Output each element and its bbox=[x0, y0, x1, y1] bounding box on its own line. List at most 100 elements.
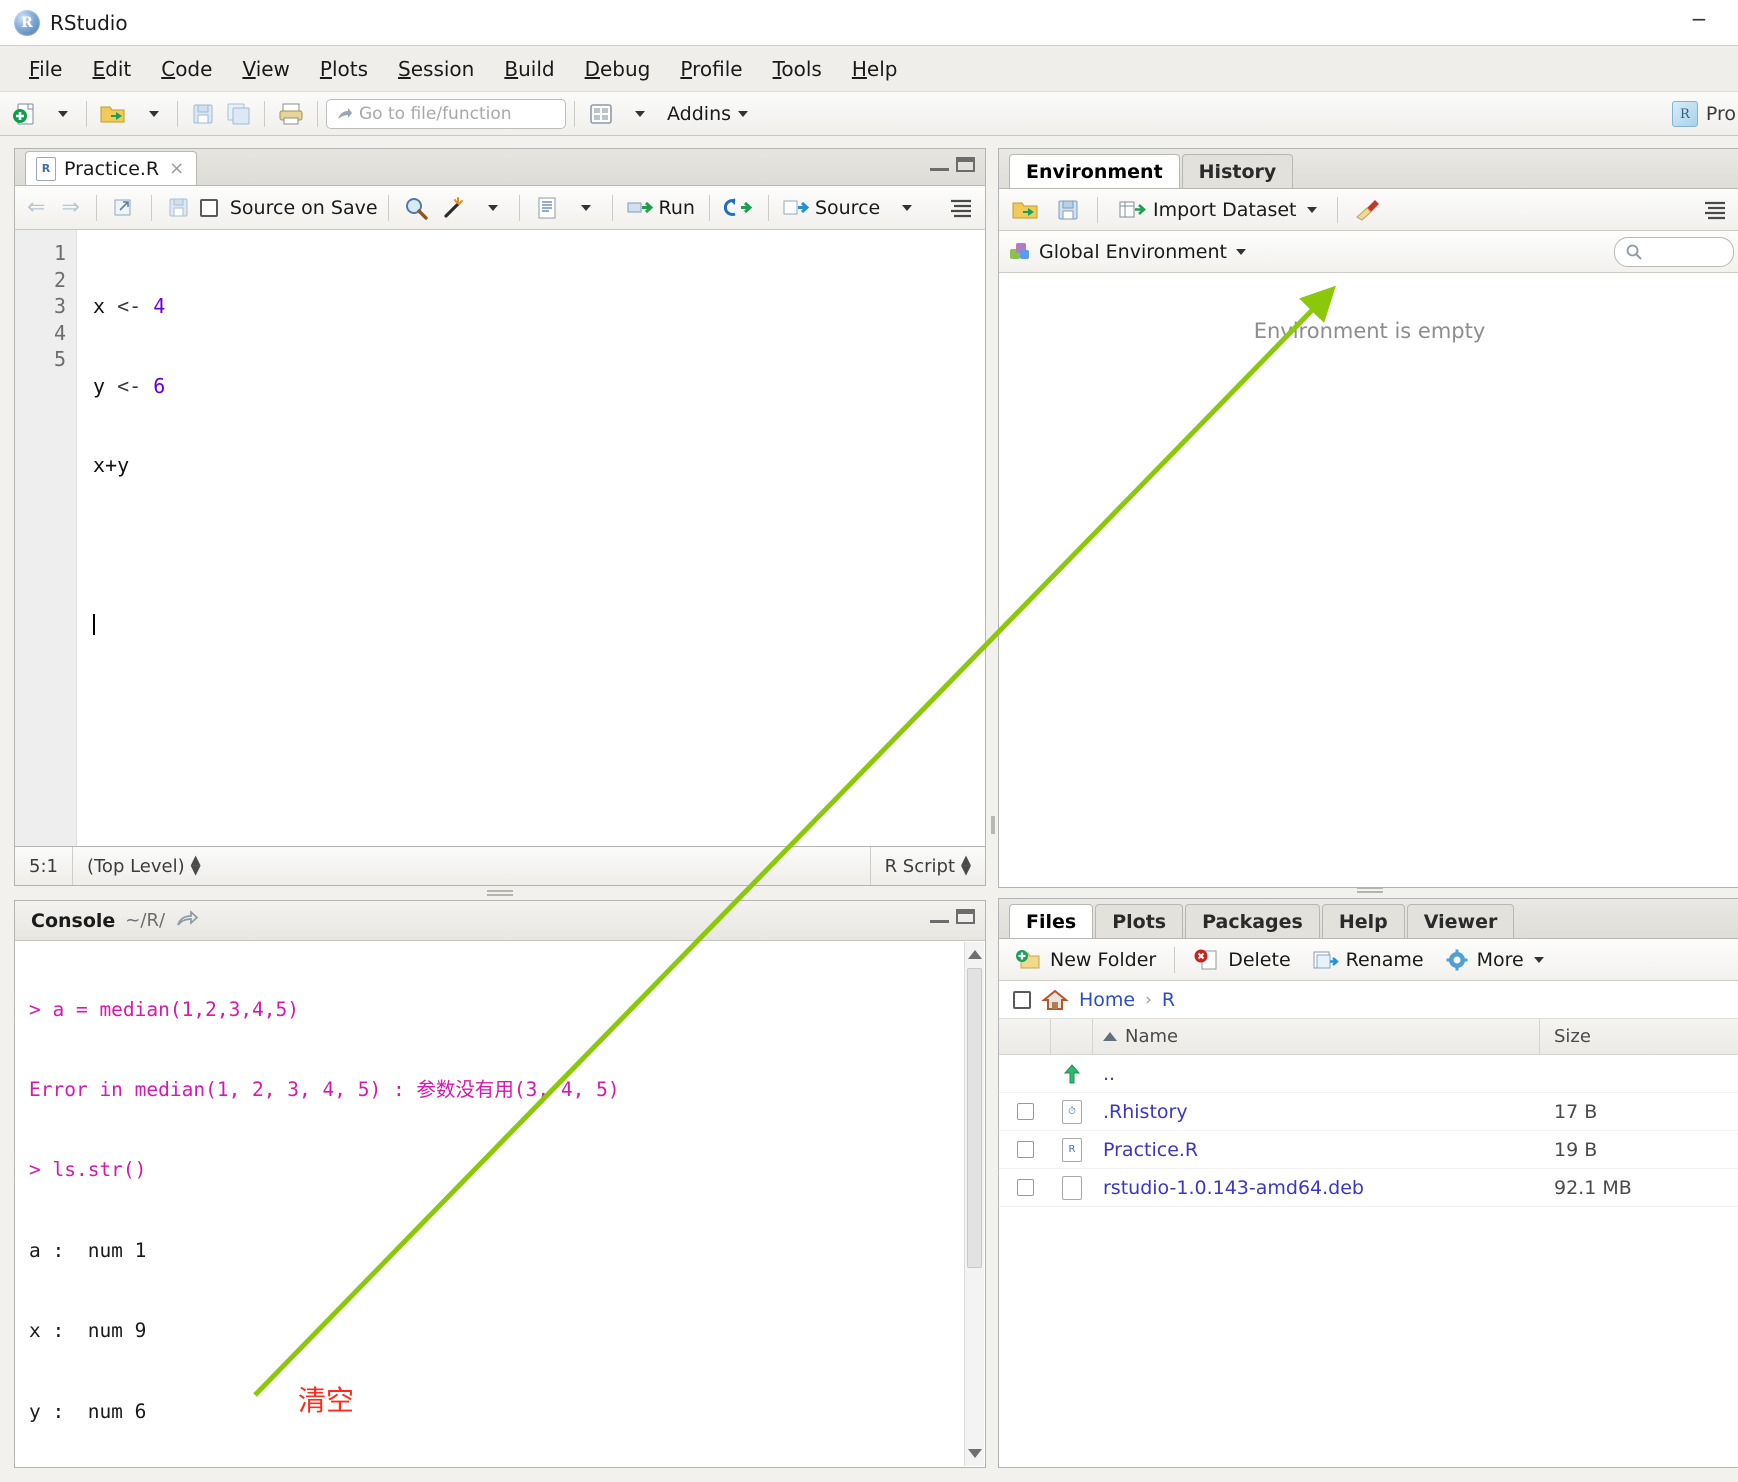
magnifier-icon[interactable] bbox=[399, 191, 433, 225]
addins-caret-icon bbox=[738, 111, 748, 117]
row-checkbox[interactable] bbox=[1017, 1179, 1034, 1196]
new-document-dropdown[interactable] bbox=[44, 97, 78, 131]
menu-build[interactable]: Build bbox=[489, 53, 569, 85]
open-folder-icon[interactable] bbox=[95, 97, 133, 131]
console-popout-icon[interactable] bbox=[175, 909, 199, 933]
list-view-icon[interactable] bbox=[1698, 193, 1732, 227]
row-name[interactable]: .. bbox=[1093, 1063, 1540, 1085]
code-tools-dropdown[interactable] bbox=[475, 191, 509, 225]
save-icon[interactable] bbox=[186, 97, 220, 131]
file-type-selector[interactable]: R Script ▲▼ bbox=[871, 847, 985, 885]
code-editor[interactable]: 1 2 3 4 5 x <- 4 y <- 6 x+y bbox=[14, 230, 986, 846]
print-icon[interactable] bbox=[273, 97, 309, 131]
tab-viewer[interactable]: Viewer bbox=[1407, 904, 1515, 938]
sort-ascending-icon bbox=[1103, 1032, 1117, 1041]
forward-icon[interactable]: ⇒ bbox=[55, 195, 85, 220]
maximize-pane-icon[interactable] bbox=[956, 909, 975, 924]
maximize-pane-icon[interactable] bbox=[956, 157, 975, 172]
console-scrollbar[interactable] bbox=[964, 942, 984, 1466]
import-dataset-button[interactable]: Import Dataset bbox=[1110, 198, 1325, 222]
source-on-save-checkbox[interactable] bbox=[200, 199, 218, 217]
table-row[interactable]: rstudio-1.0.143-amd64.deb 92.1 MB bbox=[999, 1169, 1738, 1207]
minimize-pane-icon[interactable] bbox=[930, 157, 949, 171]
code-tools-wand-icon[interactable] bbox=[437, 191, 471, 225]
tab-packages[interactable]: Packages bbox=[1185, 904, 1320, 938]
row-checkbox-cell[interactable] bbox=[999, 1179, 1051, 1196]
global-environment-selector[interactable]: Global Environment bbox=[1007, 240, 1246, 264]
menu-tools[interactable]: Tools bbox=[758, 53, 837, 85]
panes-layout-icon[interactable] bbox=[583, 97, 619, 131]
console-output[interactable]: > a = median(1,2,3,4,5) Error in median(… bbox=[15, 941, 985, 1467]
compile-report-icon[interactable] bbox=[530, 191, 564, 225]
new-folder-button[interactable]: New Folder bbox=[1007, 948, 1164, 972]
open-folder-dropdown[interactable] bbox=[135, 97, 169, 131]
menu-help[interactable]: Help bbox=[837, 53, 913, 85]
run-button[interactable]: Run bbox=[623, 191, 699, 225]
minimize-button[interactable]: − bbox=[1688, 12, 1710, 34]
row-checkbox[interactable] bbox=[1017, 1141, 1034, 1158]
save-all-icon[interactable] bbox=[222, 97, 256, 131]
scroll-up-icon[interactable] bbox=[968, 950, 982, 959]
breadcrumb-r[interactable]: R bbox=[1162, 989, 1175, 1011]
table-row[interactable]: R Practice.R 19 B bbox=[999, 1131, 1738, 1169]
table-row[interactable]: .. bbox=[999, 1055, 1738, 1093]
row-checkbox-cell[interactable] bbox=[999, 1141, 1051, 1158]
vertical-splitter[interactable] bbox=[988, 148, 998, 1468]
line-number: 4 bbox=[15, 320, 66, 347]
column-header-name[interactable]: Name bbox=[1093, 1019, 1540, 1054]
tab-history[interactable]: History bbox=[1182, 154, 1294, 188]
compile-dropdown[interactable] bbox=[568, 191, 602, 225]
tab-files[interactable]: Files bbox=[1009, 904, 1093, 938]
delete-button[interactable]: Delete bbox=[1185, 948, 1298, 972]
save-icon[interactable] bbox=[162, 191, 196, 225]
menu-profile[interactable]: Profile bbox=[665, 53, 757, 85]
new-document-icon[interactable] bbox=[8, 97, 42, 131]
source-button[interactable]: Source bbox=[779, 191, 884, 225]
back-icon[interactable]: ⇐ bbox=[21, 195, 51, 220]
more-button[interactable]: More bbox=[1436, 948, 1552, 972]
select-all-checkbox[interactable] bbox=[1013, 991, 1031, 1009]
source-dropdown[interactable] bbox=[888, 191, 922, 225]
source-tab-practice-r[interactable]: R Practice.R × bbox=[25, 151, 197, 185]
scroll-down-icon[interactable] bbox=[968, 1449, 982, 1458]
menu-edit[interactable]: Edit bbox=[77, 53, 146, 85]
goto-file-function-input[interactable]: Go to file/function bbox=[326, 99, 566, 129]
panes-layout-dropdown[interactable] bbox=[621, 97, 655, 131]
row-name[interactable]: .Rhistory bbox=[1093, 1101, 1540, 1123]
menu-file[interactable]: File bbox=[14, 53, 77, 85]
project-button[interactable]: R Pro bbox=[1672, 92, 1738, 136]
clear-objects-broom-icon[interactable] bbox=[1350, 193, 1386, 227]
scrollbar-thumb[interactable] bbox=[967, 968, 982, 1268]
load-workspace-icon[interactable] bbox=[1007, 193, 1045, 227]
menu-session[interactable]: Session bbox=[383, 53, 489, 85]
row-name[interactable]: Practice.R bbox=[1093, 1139, 1540, 1161]
console-resize-grip[interactable] bbox=[487, 890, 513, 896]
save-workspace-icon[interactable] bbox=[1051, 193, 1085, 227]
menu-code[interactable]: Code bbox=[146, 53, 227, 85]
addins-button[interactable]: Addins bbox=[657, 103, 758, 125]
table-row[interactable]: ⏱ .Rhistory 17 B bbox=[999, 1093, 1738, 1131]
menu-plots[interactable]: Plots bbox=[305, 53, 383, 85]
minimize-pane-icon[interactable] bbox=[930, 909, 949, 923]
files-resize-grip[interactable] bbox=[1357, 887, 1383, 893]
scope-selector[interactable]: (Top Level) ▲▼ bbox=[73, 847, 215, 885]
show-in-new-window-icon[interactable] bbox=[107, 191, 141, 225]
menu-view[interactable]: View bbox=[227, 53, 304, 85]
menu-debug[interactable]: Debug bbox=[570, 53, 666, 85]
row-checkbox[interactable] bbox=[1017, 1103, 1034, 1120]
tab-plots[interactable]: Plots bbox=[1095, 904, 1183, 938]
src-divider-3 bbox=[388, 195, 389, 221]
environment-search-input[interactable] bbox=[1614, 237, 1734, 267]
row-name[interactable]: rstudio-1.0.143-amd64.deb bbox=[1093, 1177, 1540, 1199]
close-icon[interactable]: × bbox=[169, 158, 184, 179]
breadcrumb-home[interactable]: Home bbox=[1079, 989, 1135, 1011]
column-header-size[interactable]: Size bbox=[1540, 1026, 1738, 1047]
code-line-2: y <- 6 bbox=[93, 373, 985, 400]
rename-button[interactable]: Rename bbox=[1303, 948, 1432, 972]
code-text-area[interactable]: x <- 4 y <- 6 x+y bbox=[77, 230, 985, 846]
tab-help[interactable]: Help bbox=[1322, 904, 1405, 938]
tab-environment[interactable]: Environment bbox=[1009, 154, 1180, 188]
document-outline-icon[interactable] bbox=[944, 191, 978, 225]
rerun-icon[interactable] bbox=[720, 191, 758, 225]
row-checkbox-cell[interactable] bbox=[999, 1103, 1051, 1120]
